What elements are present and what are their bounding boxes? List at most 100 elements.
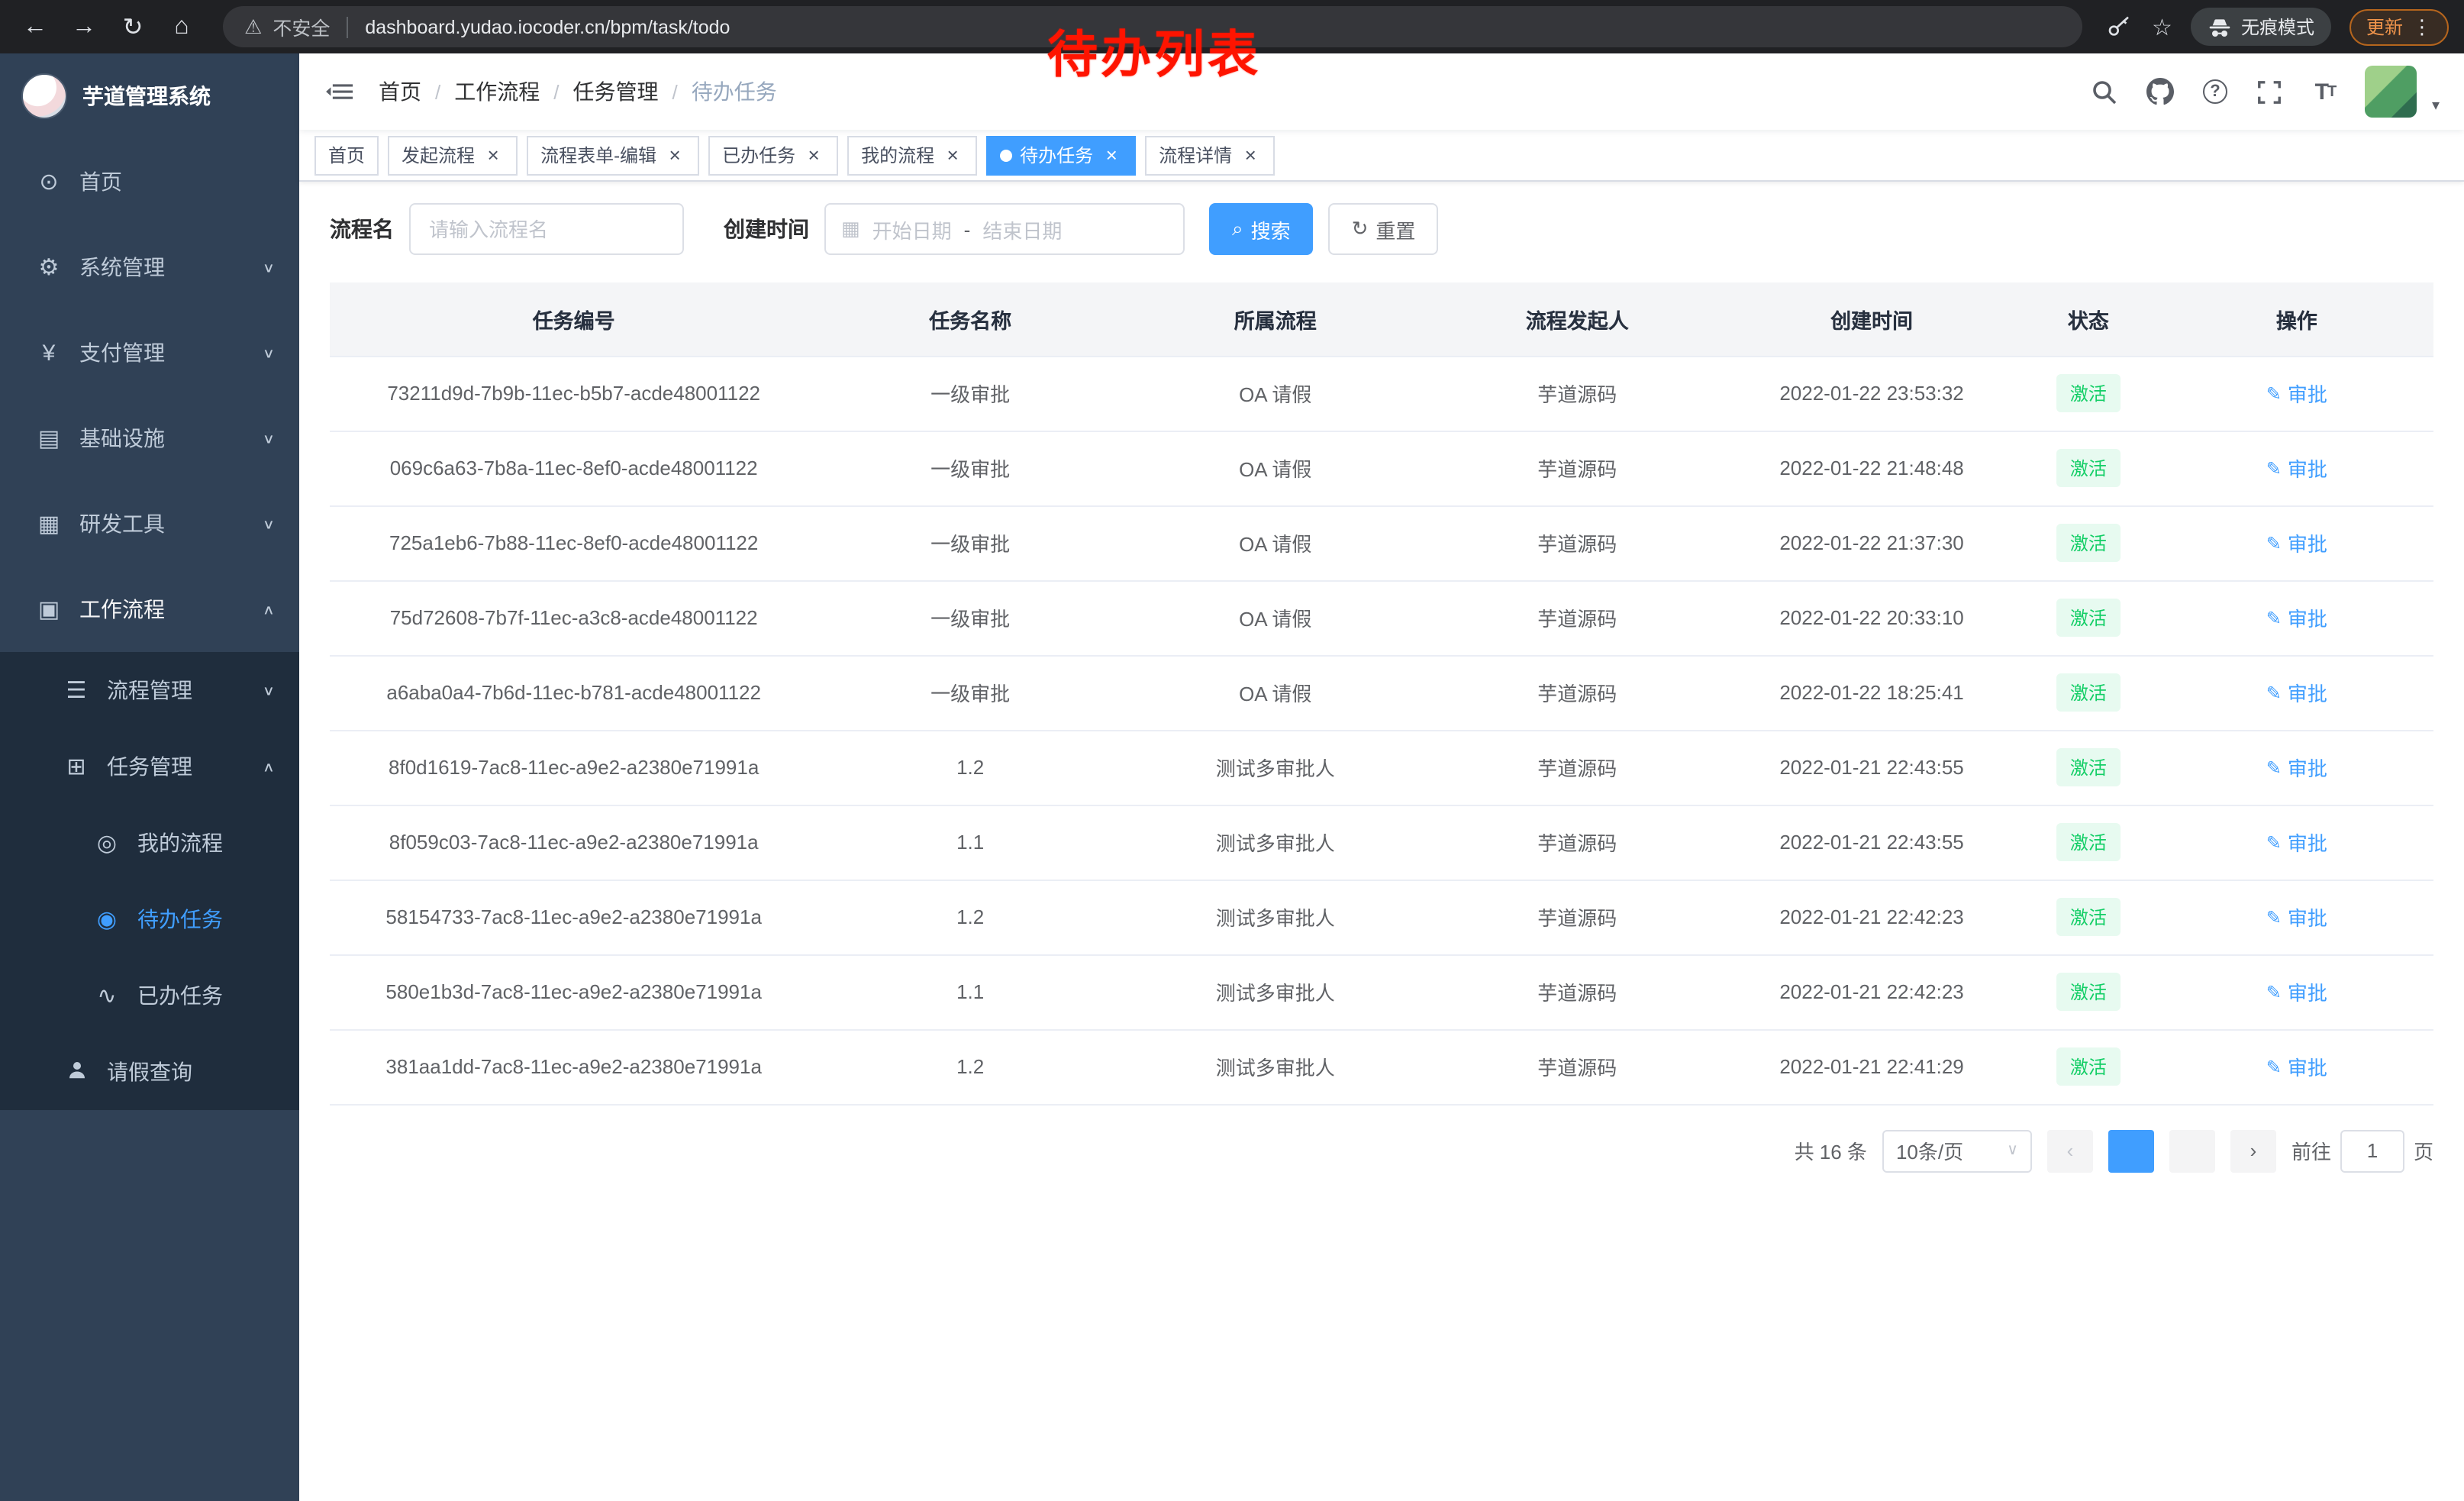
search-icon[interactable] xyxy=(2090,76,2121,107)
tab-close-icon[interactable]: × xyxy=(664,144,685,166)
sidebar-item-label: 流程管理 xyxy=(107,675,192,705)
forward-button[interactable]: → xyxy=(64,7,104,47)
sidebar-item-todo-tasks[interactable]: ◉ 待办任务 xyxy=(0,881,299,957)
help-icon[interactable]: ? xyxy=(2200,76,2230,107)
sidebar-item-process-management[interactable]: ☰ 流程管理 ∨ xyxy=(0,652,299,728)
sidebar-item-leave-query[interactable]: 请假查询 xyxy=(0,1034,299,1110)
breadcrumb-separator: / xyxy=(435,80,440,103)
browser-menu-icon[interactable]: ⋮ xyxy=(2412,15,2432,39)
cell-task-name: 一级审批 xyxy=(818,431,1123,505)
address-bar[interactable]: ⚠ 不安全 dashboard.yudao.iocoder.cn/bpm/tas… xyxy=(223,6,2082,47)
sidebar-item[interactable]: ¥ 支付管理 ∨ xyxy=(0,310,299,395)
view-tab[interactable]: 待办任务 × xyxy=(986,135,1136,175)
date-range-picker[interactable]: ▦ 开始日期 - 结束日期 xyxy=(824,203,1185,255)
sidebar-item-done-tasks[interactable]: ∿ 已办任务 xyxy=(0,957,299,1034)
view-tab[interactable]: 发起流程 × xyxy=(388,135,518,175)
approve-link[interactable]: ✎ 审批 xyxy=(2266,1052,2327,1081)
cell-task-id: 580e1b3d-7ac8-11ec-a9e2-a2380e71991a xyxy=(330,954,818,1029)
tab-close-icon[interactable]: × xyxy=(482,144,504,166)
cell-process: OA 请假 xyxy=(1123,580,1428,655)
tab-close-icon[interactable]: × xyxy=(803,144,824,166)
tab-close-icon[interactable]: × xyxy=(1101,144,1122,166)
breadcrumb-task-management[interactable]: 任务管理 xyxy=(573,76,659,107)
incognito-badge: 无痕模式 xyxy=(2191,8,2331,46)
reset-button[interactable]: ↻ 重置 xyxy=(1329,203,1439,255)
cell-process: 测试多审批人 xyxy=(1123,805,1428,880)
table-header-row: 任务编号 任务名称 所属流程 流程发起人 创建时间 状态 操作 xyxy=(330,282,2433,356)
page-number-button[interactable] xyxy=(2108,1129,2154,1172)
tab-close-icon[interactable]: × xyxy=(942,144,963,166)
edit-icon: ✎ xyxy=(2266,682,2282,703)
col-status: 状态 xyxy=(2017,282,2159,356)
tab-close-icon[interactable]: × xyxy=(1240,144,1261,166)
sidebar-item-task-management[interactable]: ⊞ 任务管理 ∧ xyxy=(0,728,299,805)
chevron-icon: ∨ xyxy=(263,516,275,532)
next-page-button[interactable]: › xyxy=(2230,1129,2276,1172)
process-name-input[interactable] xyxy=(409,203,684,255)
sidebar-item[interactable]: ▤ 基础设施 ∨ xyxy=(0,395,299,481)
cell-create-time: 2022-01-22 18:25:41 xyxy=(1727,655,2017,730)
goto-page-input[interactable] xyxy=(2340,1129,2404,1172)
edit-icon: ✎ xyxy=(2266,1056,2282,1077)
cell-status: 激活 xyxy=(2017,431,2159,505)
view-tab[interactable]: 流程表单-编辑 × xyxy=(527,135,699,175)
sidebar-toggle-icon[interactable] xyxy=(324,76,354,107)
page-number-button[interactable] xyxy=(2169,1129,2215,1172)
view-tab[interactable]: 流程详情 × xyxy=(1145,135,1275,175)
end-date-placeholder: 结束日期 xyxy=(982,215,1062,244)
cell-status: 激活 xyxy=(2017,880,2159,954)
cell-action: ✎ 审批 xyxy=(2160,730,2433,805)
user-avatar[interactable] xyxy=(2365,66,2417,118)
fullscreen-icon[interactable] xyxy=(2255,76,2285,107)
approve-link[interactable]: ✎ 审批 xyxy=(2266,528,2327,557)
search-button[interactable]: ⌕ 搜索 xyxy=(1209,203,1314,255)
home-button[interactable]: ⌂ xyxy=(162,7,202,47)
sidebar-item-my-process[interactable]: ◎ 我的流程 xyxy=(0,805,299,881)
sidebar-item-label: 已办任务 xyxy=(137,980,223,1011)
total-count: 共 16 条 xyxy=(1795,1136,1867,1165)
font-size-icon[interactable]: TT xyxy=(2310,76,2340,107)
github-icon[interactable] xyxy=(2145,76,2175,107)
back-button[interactable]: ← xyxy=(15,7,55,47)
tab-label: 流程详情 xyxy=(1159,142,1232,168)
cell-task-name: 1.1 xyxy=(818,805,1123,880)
tab-label: 已办任务 xyxy=(722,142,795,168)
view-tab[interactable]: 已办任务 × xyxy=(708,135,838,175)
yen-icon: ¥ xyxy=(31,340,67,366)
sidebar-item[interactable]: ⊙ 首页 xyxy=(0,139,299,224)
chevron-icon: ∨ xyxy=(263,345,275,361)
cell-initiator: 芋道源码 xyxy=(1428,880,1727,954)
approve-link[interactable]: ✎ 审批 xyxy=(2266,603,2327,632)
reset-icon: ↻ xyxy=(1352,217,1369,241)
cell-initiator: 芋道源码 xyxy=(1428,655,1727,730)
view-tab[interactable]: 我的流程 × xyxy=(847,135,977,175)
approve-link[interactable]: ✎ 审批 xyxy=(2266,678,2327,707)
approve-link[interactable]: ✎ 审批 xyxy=(2266,977,2327,1006)
view-tab[interactable]: 首页 xyxy=(314,135,379,175)
breadcrumb: 首页 / 工作流程 / 任务管理 / 待办任务 xyxy=(379,76,777,107)
sidebar-item[interactable]: ▣ 工作流程 ∧ xyxy=(0,567,299,652)
approve-link[interactable]: ✎ 审批 xyxy=(2266,828,2327,857)
sidebar-logo[interactable]: 芋道管理系统 xyxy=(0,53,299,139)
page-size-select[interactable]: 10条/页 ∨ xyxy=(1882,1129,2032,1172)
breadcrumb-workflow[interactable]: 工作流程 xyxy=(454,76,540,107)
update-chip[interactable]: 更新 ⋮ xyxy=(2350,8,2449,45)
avatar-caret-icon: ▾ xyxy=(2432,98,2440,118)
breadcrumb-home[interactable]: 首页 xyxy=(379,76,421,107)
approve-link[interactable]: ✎ 审批 xyxy=(2266,454,2327,483)
approve-link[interactable]: ✎ 审批 xyxy=(2266,753,2327,782)
prev-page-button[interactable]: ‹ xyxy=(2047,1129,2093,1172)
cell-task-id: 8f0d1619-7ac8-11ec-a9e2-a2380e71991a xyxy=(330,730,818,805)
bookmark-star-icon[interactable]: ☆ xyxy=(2152,13,2172,40)
reload-button[interactable]: ↻ xyxy=(113,7,153,47)
sidebar-item[interactable]: ▦ 研发工具 ∨ xyxy=(0,481,299,567)
password-key-icon[interactable] xyxy=(2103,11,2133,42)
cell-process: OA 请假 xyxy=(1123,356,1428,431)
approve-link[interactable]: ✎ 审批 xyxy=(2266,902,2327,931)
sidebar-item[interactable]: ⚙ 系统管理 ∨ xyxy=(0,224,299,310)
breadcrumb-separator: / xyxy=(553,80,559,103)
calendar-icon: ▦ xyxy=(841,217,860,241)
approve-link[interactable]: ✎ 审批 xyxy=(2266,379,2327,408)
sidebar-item-label: 请假查询 xyxy=(107,1057,192,1087)
table-row: 73211d9d-7b9b-11ec-b5b7-acde48001122 一级审… xyxy=(330,356,2433,431)
